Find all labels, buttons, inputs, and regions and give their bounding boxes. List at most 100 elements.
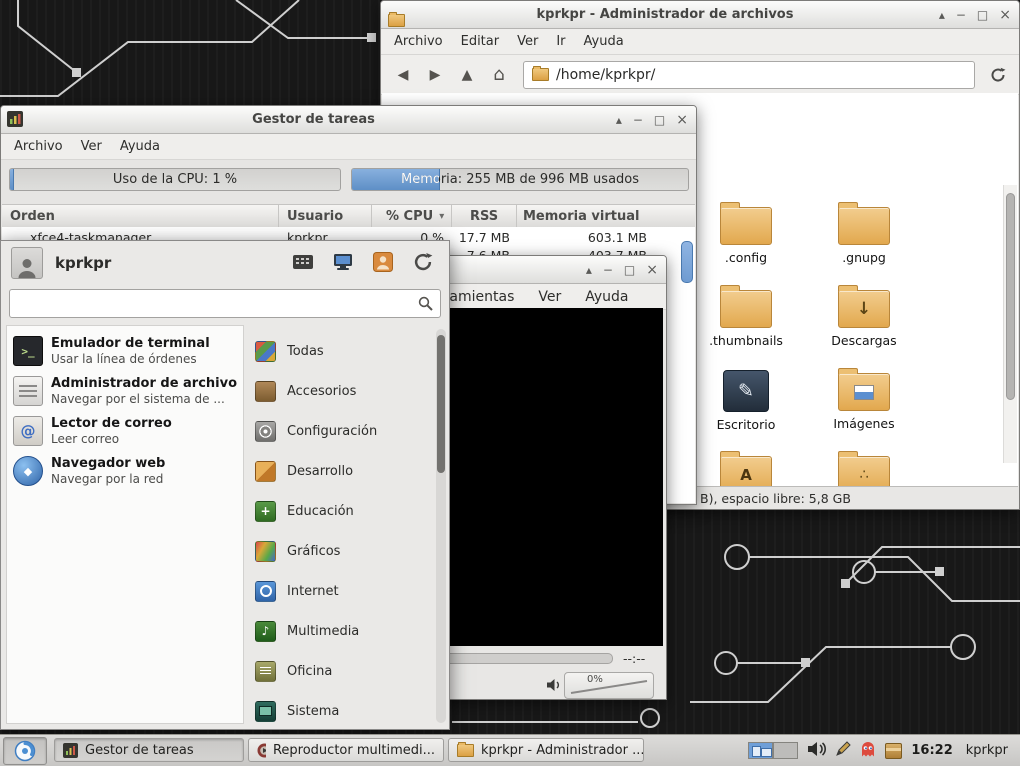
category-todas[interactable]: Todas (249, 331, 431, 371)
menu-item-terminal[interactable]: >_ Emulador de terminal Usar la línea de… (7, 331, 243, 371)
file-manager-toolbar: ◀ ▶ ▲ ⌂ /home/kprkpr/ (381, 55, 1019, 95)
category-accesorios[interactable]: Accesorios (249, 371, 431, 411)
settings-manager-icon[interactable] (291, 250, 315, 274)
taskbar-button-media-player[interactable]: Reproductor multimedi... (248, 738, 444, 762)
speaker-icon[interactable] (546, 677, 562, 696)
file-item[interactable]: ↓ Descargas (812, 283, 916, 348)
workspace-1[interactable] (748, 742, 773, 759)
menu-ayuda[interactable]: Ayuda (575, 30, 633, 53)
clock[interactable]: 16:22 (911, 743, 952, 758)
desktop-icon: ✎ (723, 370, 769, 412)
memory-usage-bar: Memoria: 255 MB de 996 MB usados Memoria… (351, 168, 689, 191)
folder-icon (388, 14, 405, 27)
menu-ver[interactable]: Ver (72, 135, 111, 158)
menu-ir[interactable]: Ir (547, 30, 574, 53)
applications-men-button[interactable] (3, 737, 47, 765)
menu-item-mail-reader[interactable]: @ Lector de correo Leer correo (7, 411, 243, 451)
folder-icon (720, 207, 772, 245)
category-educacion[interactable]: Educación (249, 491, 431, 531)
maximize-button[interactable]: □ (654, 114, 665, 126)
file-item[interactable]: A Plantillas (694, 449, 798, 486)
column-header-usuario[interactable]: Usuario (279, 205, 372, 227)
menu-archivo[interactable]: Archivo (5, 135, 72, 158)
vertical-scrollbar[interactable] (1003, 185, 1017, 463)
file-item[interactable]: ✎ Escritorio (694, 366, 798, 432)
close-button[interactable]: × (676, 113, 688, 127)
education-icon (255, 501, 276, 522)
close-button[interactable]: × (646, 263, 658, 277)
category-sistema[interactable]: Sistema (249, 691, 431, 727)
file-item[interactable]: .config (694, 200, 798, 265)
forward-icon[interactable]: ▶ (421, 61, 449, 88)
log-out-icon[interactable] (411, 250, 435, 274)
maximize-button[interactable]: □ (624, 264, 635, 276)
volume-tray-icon[interactable] (807, 741, 827, 761)
column-header-orden[interactable]: Orden (2, 205, 279, 227)
close-button[interactable]: × (999, 8, 1011, 22)
folder-download-icon: ↓ (838, 290, 890, 328)
shade-button[interactable]: ▴ (616, 114, 622, 126)
category-multimedia[interactable]: Multimedia (249, 611, 431, 651)
cpu-usage-bar: Uso de la CPU: 1 % (9, 168, 341, 191)
up-icon[interactable]: ▲ (453, 61, 481, 88)
scrollbar-thumb[interactable] (1006, 193, 1015, 400)
shade-button[interactable]: ▴ (939, 9, 945, 21)
menu-archivo[interactable]: Archivo (385, 30, 452, 53)
path-bar[interactable]: /home/kprkpr/ (523, 61, 975, 89)
menu-item-web-browser[interactable]: ◆ Navegador web Navegar por la red (7, 451, 243, 491)
search-input[interactable] (10, 290, 418, 317)
minimize-button[interactable]: − (603, 264, 613, 276)
scrollbar-thumb[interactable] (681, 241, 693, 283)
menu-editar[interactable]: Editar (452, 30, 509, 53)
menu-ayuda[interactable]: Ayuda (573, 285, 640, 309)
workspace-2[interactable] (773, 742, 798, 759)
task-manager-titlebar[interactable]: Gestor de tareas ▴ − □ × (1, 106, 696, 134)
minimize-button[interactable]: − (633, 114, 643, 126)
pacman-ghost-tray-icon[interactable] (860, 741, 876, 761)
vertical-scrollbar[interactable] (436, 329, 446, 723)
shade-button[interactable]: ▴ (586, 264, 592, 276)
maximize-button[interactable]: □ (977, 9, 988, 21)
category-graficos[interactable]: Gráficos (249, 531, 431, 571)
category-desarrollo[interactable]: Desarrollo (249, 451, 431, 491)
whisker-menu-icon (14, 740, 36, 762)
menu-ver[interactable]: Ver (526, 285, 573, 309)
status-text: B), espacio libre: 5,8 GB (700, 491, 851, 506)
taskbar-button-task-manager[interactable]: Gestor de tareas (54, 738, 244, 762)
menu-item-file-manager[interactable]: Administrador de archivos Navegar por el… (7, 371, 243, 411)
menu-ayuda[interactable]: Ayuda (111, 135, 169, 158)
scrollbar-thumb[interactable] (437, 335, 445, 473)
file-item[interactable]: .gnupg (812, 200, 916, 265)
file-item[interactable]: Imágenes (812, 366, 916, 431)
back-icon[interactable]: ◀ (389, 61, 417, 88)
file-item[interactable]: .thumbnails (694, 283, 798, 348)
switch-user-icon[interactable] (371, 250, 395, 274)
media-player-icon (257, 743, 266, 758)
file-item[interactable]: ∴ Público (812, 449, 916, 486)
workspace-pager[interactable] (748, 742, 798, 759)
internet-icon (255, 581, 276, 602)
category-oficina[interactable]: Oficina (249, 651, 431, 691)
folder-public-icon: ∴ (838, 456, 890, 486)
minimize-button[interactable]: − (956, 9, 966, 21)
reload-icon[interactable] (985, 62, 1011, 88)
pencil-tray-icon[interactable] (836, 741, 851, 760)
current-path: /home/kprkpr/ (556, 67, 655, 83)
system-icon (255, 701, 276, 722)
search-box (9, 289, 441, 318)
category-internet[interactable]: Internet (249, 571, 431, 611)
column-header-mem[interactable]: Memoria virtual (517, 205, 695, 227)
taskbar-button-file-manager[interactable]: kprkpr - Administrador ... (448, 738, 644, 762)
multimedia-icon (255, 621, 276, 642)
column-header-cpu[interactable]: % CPU▾ (372, 205, 452, 227)
package-tray-icon[interactable] (885, 743, 902, 759)
menu-ver[interactable]: Ver (508, 30, 547, 53)
volume-slider[interactable]: 0% (564, 672, 654, 699)
home-icon[interactable]: ⌂ (485, 61, 513, 88)
process-table-header: Orden Usuario % CPU▾ RSS Memoria virtual (2, 204, 695, 228)
settings-icon (255, 421, 276, 442)
lock-screen-icon[interactable] (331, 250, 355, 274)
file-manager-titlebar[interactable]: kprkpr - Administrador de archivos ▴ − □… (381, 1, 1019, 29)
category-configuracion[interactable]: Configuración (249, 411, 431, 451)
column-header-rss[interactable]: RSS (452, 205, 517, 227)
